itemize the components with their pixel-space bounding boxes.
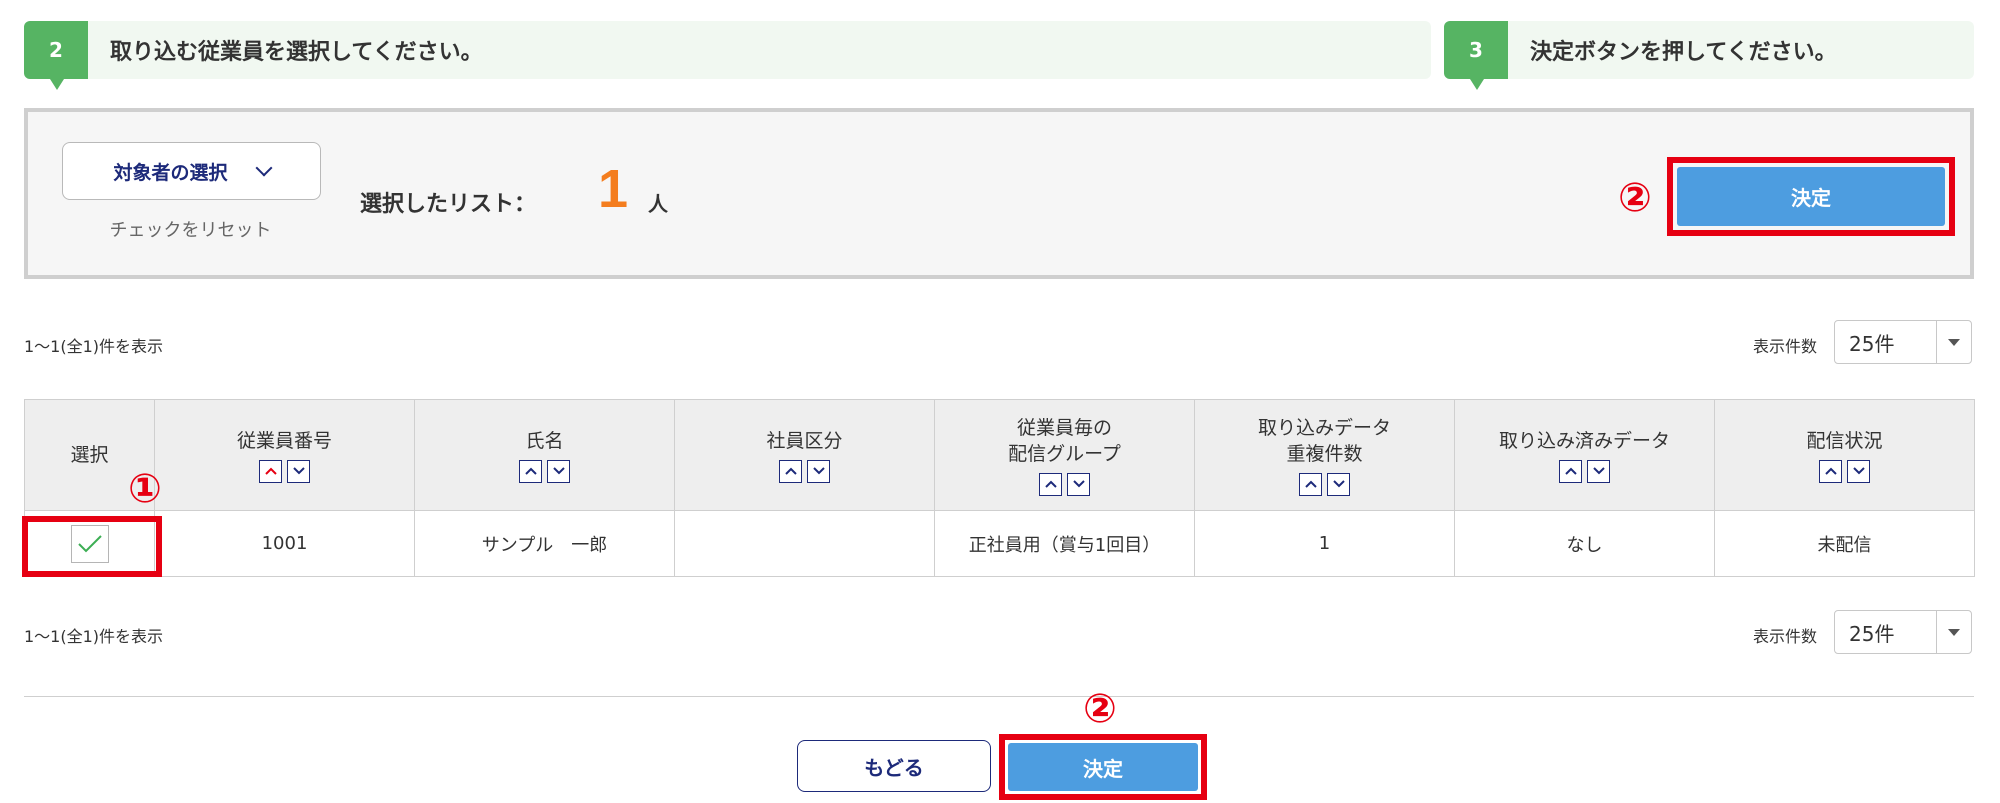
col-duplicates-label-2: 重複件数 — [1286, 442, 1363, 465]
chevron-down-icon — [552, 467, 565, 475]
per-page-select-bottom[interactable]: 25件 — [1834, 610, 1972, 654]
page: 2 取り込む従業員を選択してください。 3 決定ボタンを押してください。 対象者… — [0, 0, 2000, 803]
sort-desc-status[interactable] — [1847, 459, 1870, 483]
selected-count: 1 — [598, 159, 629, 219]
confirm-button-bottom[interactable]: 決定 — [1008, 743, 1198, 791]
step-3-header: 3 決定ボタンを押してください。 — [1444, 21, 1974, 90]
col-group-label-1: 従業員毎の — [1016, 416, 1112, 439]
col-imported-label: 取り込み済みデータ — [1498, 429, 1670, 452]
table-row: 1001 サンプル 一郎 正社員用（賞与1回目） 1 なし 未配信 — [24, 510, 1975, 577]
confirm-button-top[interactable]: 決定 — [1677, 167, 1945, 226]
col-group: 従業員毎の 配信グループ — [934, 399, 1195, 511]
chevron-down-icon — [1852, 467, 1865, 475]
sort-asc-duplicates[interactable] — [1299, 472, 1322, 496]
cell-category — [674, 510, 935, 577]
sort-asc-group[interactable] — [1039, 472, 1062, 496]
per-page-select-top[interactable]: 25件 — [1834, 320, 1972, 364]
target-select-dropdown[interactable]: 対象者の選択 — [62, 142, 321, 200]
sort-desc-category[interactable] — [807, 459, 830, 483]
selected-count-unit: 人 — [648, 192, 668, 216]
per-page-label-top: 表示件数 — [1753, 337, 1818, 356]
chevron-down-icon — [292, 467, 305, 475]
col-category: 社員区分 — [674, 399, 935, 511]
chevron-up-icon — [524, 467, 537, 475]
chevron-up-icon — [1824, 467, 1837, 475]
chevron-up-icon — [264, 467, 277, 475]
sort-desc-duplicates[interactable] — [1327, 472, 1350, 496]
sort-desc-imported[interactable] — [1587, 459, 1610, 483]
col-name-label: 氏名 — [525, 429, 564, 452]
col-employee-no: 従業員番号 — [154, 399, 415, 511]
chevron-down-icon — [1332, 480, 1345, 488]
col-employee-no-label: 従業員番号 — [236, 429, 332, 452]
per-page-value-bottom: 25件 — [1849, 621, 1895, 646]
per-page-label-bottom: 表示件数 — [1753, 627, 1818, 646]
col-select-label: 選択 — [70, 444, 109, 466]
annotation-highlight-checkbox — [22, 516, 162, 577]
col-name: 氏名 — [414, 399, 675, 511]
sort-asc-category[interactable] — [779, 459, 802, 483]
sort-asc-name[interactable] — [519, 459, 542, 483]
cell-name: サンプル 一郎 — [414, 510, 675, 577]
sort-asc-imported[interactable] — [1559, 459, 1582, 483]
per-page-value-top: 25件 — [1849, 331, 1895, 356]
selected-list-label: 選択したリスト： — [360, 192, 537, 217]
cell-group: 正社員用（賞与1回目） — [934, 510, 1195, 577]
footer-divider — [24, 696, 1974, 697]
cell-employee-no: 1001 — [154, 510, 415, 577]
sort-desc-employee-no[interactable] — [287, 459, 310, 483]
chevron-up-icon — [784, 467, 797, 475]
col-category-label: 社員区分 — [766, 429, 843, 452]
chevron-up-icon — [1044, 480, 1057, 488]
step-2-number: 2 — [24, 21, 88, 90]
step-3-number: 3 — [1444, 21, 1508, 90]
table-header-row: 選択 従業員番号 氏名 社員区分 従業員毎の 配信グループ 取り込みデータ 重複… — [24, 399, 1975, 511]
step-3-text: 決定ボタンを押してください。 — [1530, 40, 1837, 65]
cell-status: 未配信 — [1714, 510, 1975, 577]
reset-check-link[interactable]: チェックをリセット — [62, 216, 319, 242]
back-button[interactable]: もどる — [797, 740, 991, 792]
step-2-header: 2 取り込む従業員を選択してください。 — [24, 21, 1431, 90]
chevron-up-icon — [1564, 467, 1577, 475]
sort-desc-group[interactable] — [1067, 472, 1090, 496]
target-select-label: 対象者の選択 — [113, 161, 228, 184]
employee-table: 選択 従業員番号 氏名 社員区分 従業員毎の 配信グループ 取り込みデータ 重複… — [24, 399, 1975, 577]
chevron-down-icon — [1072, 480, 1085, 488]
sort-asc-employee-no[interactable] — [259, 459, 282, 483]
chevron-down-icon — [812, 467, 825, 475]
annotation-marker-2-top: ② — [1618, 175, 1652, 221]
sort-asc-status[interactable] — [1819, 459, 1842, 483]
caret-down-icon — [1936, 611, 1971, 653]
chevron-down-icon — [1592, 467, 1605, 475]
annotation-marker-2-bottom: ② — [1083, 686, 1117, 732]
caret-down-icon — [1936, 321, 1971, 363]
cell-imported: なし — [1454, 510, 1715, 577]
col-status-label: 配信状況 — [1806, 429, 1883, 452]
col-group-label-2: 配信グループ — [1008, 442, 1121, 465]
chevron-down-icon — [255, 159, 272, 177]
chevron-up-icon — [1304, 480, 1317, 488]
paging-info-bottom: 1～1(全1)件を表示 — [24, 627, 164, 646]
sort-desc-name[interactable] — [547, 459, 570, 483]
col-status: 配信状況 — [1714, 399, 1975, 511]
step-2-text: 取り込む従業員を選択してください。 — [110, 40, 483, 65]
col-duplicates: 取り込みデータ 重複件数 — [1194, 399, 1455, 511]
cell-duplicates: 1 — [1194, 510, 1455, 577]
col-duplicates-label-1: 取り込みデータ — [1257, 416, 1391, 439]
annotation-marker-1: ① — [128, 466, 162, 512]
col-imported: 取り込み済みデータ — [1454, 399, 1715, 511]
paging-info-top: 1～1(全1)件を表示 — [24, 337, 164, 356]
